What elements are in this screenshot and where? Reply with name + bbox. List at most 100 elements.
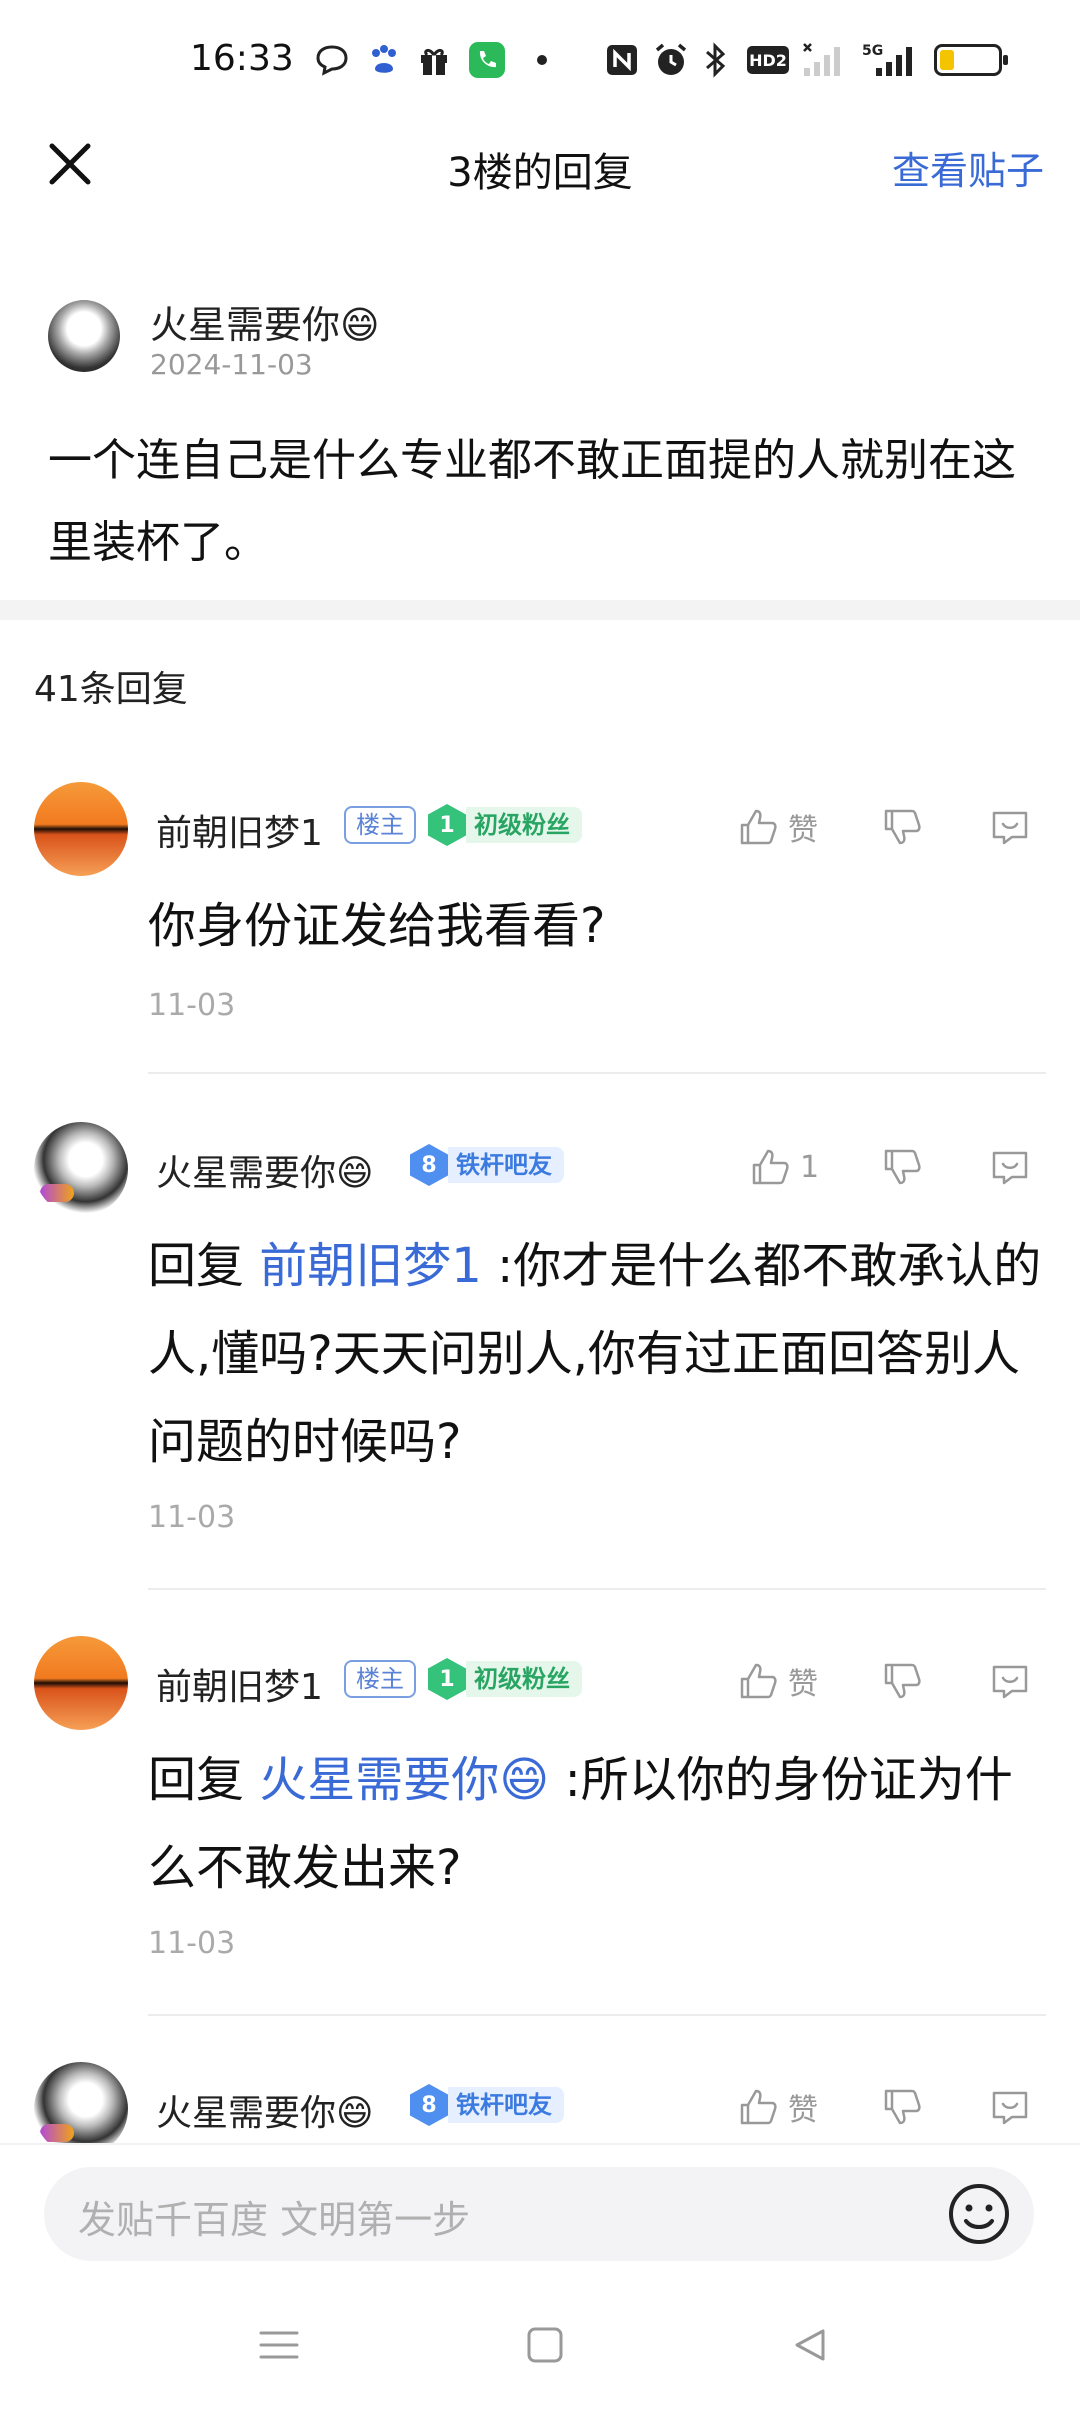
reply-divider	[148, 2014, 1046, 2016]
reply-item: 火星需要你😄 8 铁杆吧友 赞	[0, 2062, 1080, 2145]
reply-author[interactable]: 火星需要你😄	[156, 2084, 374, 2136]
original-post: 火星需要你😄 2024-11-03 一个连自己是什么专业都不敢正面提的人就别在这…	[0, 280, 1080, 600]
mention-link[interactable]: 火星需要你😄	[259, 1752, 549, 1808]
home-icon[interactable]	[510, 2310, 580, 2380]
avatar[interactable]	[34, 1122, 128, 1216]
like-label: 赞	[788, 1667, 818, 1702]
signal-icon	[800, 40, 844, 80]
reply-date: 11-03	[148, 1500, 236, 1535]
alarm-icon	[652, 40, 690, 80]
reply-prefix: 回复	[148, 1238, 260, 1294]
reply-input-placeholder: 发贴千百度 文明第一步	[78, 2198, 471, 2242]
reply-date: 11-03	[148, 1926, 236, 1961]
hd-label: HD2	[749, 51, 787, 70]
status-bar: 16:33 HD2 5G	[0, 0, 1080, 120]
avatar[interactable]	[34, 782, 128, 876]
thumbs-down-icon	[884, 1149, 921, 1185]
thumbs-up-icon	[740, 809, 777, 845]
reply-divider	[148, 1072, 1046, 1074]
top-header: 3楼的回复 查看贴子	[0, 120, 1080, 210]
thumbs-up-icon	[740, 2089, 777, 2125]
reply-divider	[148, 1588, 1046, 1590]
dislike-button[interactable]	[880, 2082, 924, 2132]
level-badge: 1 初级粉丝	[428, 804, 582, 846]
thumbs-down-icon	[884, 2089, 921, 2125]
comment-button[interactable]	[988, 802, 1032, 852]
comment-button[interactable]	[988, 2082, 1032, 2132]
reply-item: 前朝旧梦1 楼主 1 初级粉丝 赞 你身份证发给我看看? 11-03	[0, 782, 1080, 1074]
like-button[interactable]: 赞	[736, 2082, 818, 2132]
reply-author[interactable]: 火星需要你😄	[156, 1144, 374, 1196]
level-name: 初级粉丝	[466, 1661, 582, 1697]
nfc-icon	[604, 40, 640, 80]
section-divider	[0, 600, 1080, 620]
phone-icon	[466, 40, 508, 80]
post-author[interactable]: 火星需要你😄	[150, 294, 380, 349]
like-button[interactable]: 赞	[736, 802, 818, 852]
dot-icon	[532, 40, 552, 80]
reply-item: 前朝旧梦1 楼主 1 初级粉丝 赞 回复 火星需要你😄 :所以你的身份证为什么不…	[0, 1636, 1080, 2016]
comment-bubble-icon	[992, 1665, 1028, 1699]
network-label: 5G	[862, 43, 883, 59]
owner-badge: 楼主	[344, 806, 416, 844]
reply-content: 回复 火星需要你😄 :所以你的身份证为什么不敢发出来?	[148, 1736, 1048, 1912]
gift-icon	[414, 40, 454, 80]
avatar[interactable]	[48, 300, 120, 372]
like-label: 赞	[788, 2093, 818, 2128]
like-count: 1	[800, 1149, 820, 1185]
bluetooth-icon	[700, 40, 730, 80]
reply-content: 你身份证发给我看看?	[148, 882, 1048, 970]
comment-button[interactable]	[988, 1142, 1032, 1192]
thumbs-up-icon	[752, 1149, 789, 1185]
avatar[interactable]	[34, 1636, 128, 1730]
reply-input-bar: 发贴千百度 文明第一步	[0, 2145, 1080, 2275]
post-date: 2024-11-03	[150, 348, 313, 381]
like-button[interactable]: 1	[748, 1142, 819, 1192]
reply-item: 火星需要你😄 8 铁杆吧友 1 回复 前朝旧梦1 :你才是什么都不敢承认的人,懂…	[0, 1122, 1080, 1592]
reply-text: 你身份证发给我看看?	[148, 898, 606, 954]
dislike-button[interactable]	[880, 802, 924, 852]
like-button[interactable]: 赞	[736, 1656, 818, 1706]
level-name: 初级粉丝	[466, 807, 582, 843]
reply-author[interactable]: 前朝旧梦1	[156, 804, 323, 856]
reply-author[interactable]: 前朝旧梦1	[156, 1658, 323, 1710]
mention-link[interactable]: 前朝旧梦1	[259, 1238, 482, 1294]
comment-bubble-icon	[992, 1151, 1028, 1185]
thumbs-up-icon	[740, 1663, 777, 1699]
back-icon[interactable]	[776, 2310, 846, 2380]
level-number: 8	[410, 2084, 448, 2126]
menu-icon[interactable]	[244, 2310, 314, 2380]
emoji-icon[interactable]	[944, 2179, 1014, 2249]
close-icon[interactable]	[42, 136, 98, 192]
reply-prefix: 回复	[148, 1752, 260, 1808]
reply-content: 回复 前朝旧梦1 :你才是什么都不敢承认的人,懂吗?天天问别人,你有过正面回答别…	[148, 1222, 1048, 1486]
level-name: 铁杆吧友	[448, 2087, 564, 2123]
dislike-button[interactable]	[880, 1656, 924, 1706]
status-time: 16:33	[190, 38, 294, 79]
level-badge: 1 初级粉丝	[428, 1658, 582, 1700]
message-bubble-icon	[312, 40, 352, 80]
view-post-link[interactable]: 查看贴子	[892, 140, 1044, 195]
level-badge: 8 铁杆吧友	[410, 1144, 564, 1186]
owner-badge: 楼主	[344, 1660, 416, 1698]
avatar[interactable]	[34, 2062, 128, 2145]
hd-icon: HD2	[746, 40, 790, 80]
post-text: 一个连自己是什么专业都不敢正面提的人就别在这里装杯了。	[48, 435, 1016, 568]
reply-input[interactable]: 发贴千百度 文明第一步	[44, 2167, 1034, 2261]
comment-bubble-icon	[992, 2091, 1028, 2125]
dislike-button[interactable]	[880, 1142, 924, 1192]
baidu-paw-icon	[364, 40, 404, 80]
like-label: 赞	[788, 813, 818, 848]
level-name: 铁杆吧友	[448, 1147, 564, 1183]
reply-count: 41条回复	[34, 669, 188, 710]
comment-button[interactable]	[988, 1656, 1032, 1706]
comment-bubble-icon	[992, 811, 1028, 845]
reply-date: 11-03	[148, 988, 236, 1023]
level-number: 8	[410, 1144, 448, 1186]
level-number: 1	[428, 1658, 466, 1700]
level-number: 1	[428, 804, 466, 846]
thumbs-down-icon	[884, 1663, 921, 1699]
battery-level	[940, 50, 954, 70]
system-nav-bar	[0, 2280, 1080, 2412]
5g-signal-icon: 5G	[860, 40, 920, 80]
